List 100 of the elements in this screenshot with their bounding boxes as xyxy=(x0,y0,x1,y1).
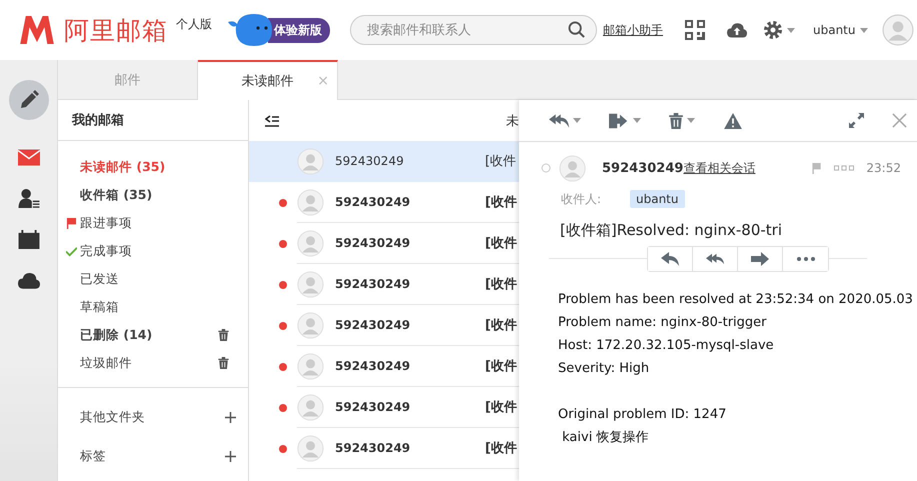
warning-icon[interactable] xyxy=(723,112,743,128)
avatar-icon xyxy=(559,154,586,182)
sender-name: 592430249 xyxy=(335,359,412,373)
add-icon[interactable] xyxy=(225,412,236,423)
logo-icon[interactable] xyxy=(18,16,56,44)
user-menu[interactable]: ubantu xyxy=(813,23,856,37)
sender-name: 592430249 xyxy=(335,441,412,455)
unread-dot xyxy=(279,362,287,370)
mail-subject: [收件 xyxy=(485,153,516,170)
avatar-icon xyxy=(297,312,324,338)
folder-item[interactable]: 跟进事项 xyxy=(58,209,218,237)
trash-icon[interactable] xyxy=(218,329,229,341)
forward-icon xyxy=(751,252,769,266)
avatar-icon xyxy=(297,230,324,256)
avatar-icon xyxy=(297,352,324,380)
contact-icon xyxy=(18,189,40,208)
rail-button[interactable] xyxy=(18,189,40,208)
mail-subject: [收件 xyxy=(485,194,517,211)
mail-subject: [收件箱]Resolved: nginx-80-tri xyxy=(559,220,783,240)
mail-subject: [收件 xyxy=(485,440,517,457)
mail-row[interactable]: 592430249 [收件 xyxy=(249,223,519,264)
sender-name: 592430249 xyxy=(335,318,412,332)
mail-subject: [收件 xyxy=(485,317,517,334)
folder-item[interactable]: 垃圾邮件 xyxy=(58,349,218,377)
pencil-icon xyxy=(18,90,38,110)
search-icon[interactable] xyxy=(568,21,585,38)
mail-subject: [收件 xyxy=(485,358,517,375)
avatar-icon xyxy=(297,148,324,174)
unread-dot xyxy=(279,444,287,452)
list-title: 未 xyxy=(506,112,519,130)
sender-name: 592430249 xyxy=(335,400,412,414)
avatar-icon xyxy=(297,394,324,420)
caret-icon xyxy=(687,118,695,123)
mail-time: 23:52 xyxy=(866,161,901,175)
folder-group[interactable]: 标签 xyxy=(80,448,106,465)
calendar-icon xyxy=(18,230,40,249)
logo-text: 阿里邮箱 xyxy=(64,14,168,46)
collapse-icon[interactable] xyxy=(265,114,279,126)
radio-icon[interactable] xyxy=(541,163,551,173)
caret-icon xyxy=(633,118,641,123)
reply-all-icon[interactable] xyxy=(549,112,569,128)
panel-title: 我的邮箱 xyxy=(58,100,248,141)
new-version-badge[interactable]: 体验新版 xyxy=(268,18,330,42)
mail-subject: [收件 xyxy=(485,235,517,252)
edition-label: 个人版 xyxy=(176,16,212,33)
rail-button[interactable] xyxy=(18,230,40,249)
reply-button[interactable] xyxy=(648,247,693,271)
mail-row[interactable]: 592430249 [收件 xyxy=(249,141,519,182)
sender-name: 592430249 xyxy=(335,195,412,209)
reply-icon xyxy=(661,252,679,266)
reply-all-icon xyxy=(706,252,724,266)
cloud-icon xyxy=(18,271,40,290)
add-icon[interactable] xyxy=(225,451,236,462)
recipient-label: 收件人: xyxy=(561,190,602,208)
mail-subject: [收件 xyxy=(485,276,517,293)
recipient-chip[interactable]: ubantu xyxy=(630,190,684,208)
avatar-icon xyxy=(297,270,324,298)
mail-row[interactable]: 592430249 [收件 xyxy=(249,305,519,346)
folder-item[interactable]: 已删除 (14) xyxy=(58,321,218,349)
rail-button[interactable] xyxy=(18,271,40,290)
sender-name: 592430249 xyxy=(335,154,405,168)
mail-row[interactable]: 592430249 [收件 xyxy=(249,428,519,469)
trash-icon[interactable] xyxy=(218,357,229,369)
settings-icon[interactable] xyxy=(763,20,783,40)
folder-item[interactable]: 收件箱 (35) xyxy=(58,181,218,209)
avatar-icon xyxy=(297,434,324,462)
caret-icon xyxy=(787,28,795,32)
folder-group[interactable]: 其他文件夹 xyxy=(80,409,145,426)
body-line: Severity: High xyxy=(558,360,650,378)
avatar-icon xyxy=(297,188,324,216)
move-icon[interactable] xyxy=(609,112,629,128)
mail-row[interactable]: 592430249 [收件 xyxy=(249,346,519,387)
sender-name: 592430249 xyxy=(335,277,412,291)
mail-icon xyxy=(18,148,40,167)
mail-row[interactable]: 592430249 [收件 xyxy=(249,182,519,223)
assistant-link[interactable]: 邮箱小助手 xyxy=(603,22,663,38)
search-field[interactable]: 搜索邮件和联系人 xyxy=(350,15,597,45)
body-line: Problem name: nginx-80-trigger xyxy=(558,314,768,332)
expand-icon[interactable] xyxy=(849,113,864,128)
unread-dot xyxy=(279,322,287,330)
body-line: kaivi 恢复操作 xyxy=(561,429,650,447)
conversation-link[interactable]: 查看相关会话 xyxy=(683,160,756,176)
body-line: Host: 172.20.32.105-mysql-slave xyxy=(558,337,775,355)
mail-row[interactable]: 592430249 [收件 xyxy=(249,387,519,428)
folder-item[interactable]: 未读邮件 (35) xyxy=(58,153,218,181)
sender-name: 592430249 xyxy=(602,160,684,176)
trash-icon[interactable] xyxy=(669,112,683,128)
caret-icon xyxy=(573,118,581,123)
sender-name: 592430249 xyxy=(335,236,412,250)
folder-item[interactable]: 完成事项 xyxy=(58,237,218,265)
mail-row[interactable]: 592430249 [收件 xyxy=(249,264,519,305)
body-line: Original problem ID: 1247 xyxy=(558,406,728,424)
folder-item[interactable]: 草稿箱 xyxy=(58,293,218,321)
folder-item[interactable]: 已发送 xyxy=(58,265,218,293)
caret-icon xyxy=(860,28,868,32)
cloud-upload-icon[interactable] xyxy=(727,20,747,40)
tab[interactable]: 未读邮件 × xyxy=(198,60,338,100)
qr-code-icon[interactable] xyxy=(685,20,705,40)
unread-dot xyxy=(279,240,287,248)
check-icon xyxy=(66,246,77,256)
